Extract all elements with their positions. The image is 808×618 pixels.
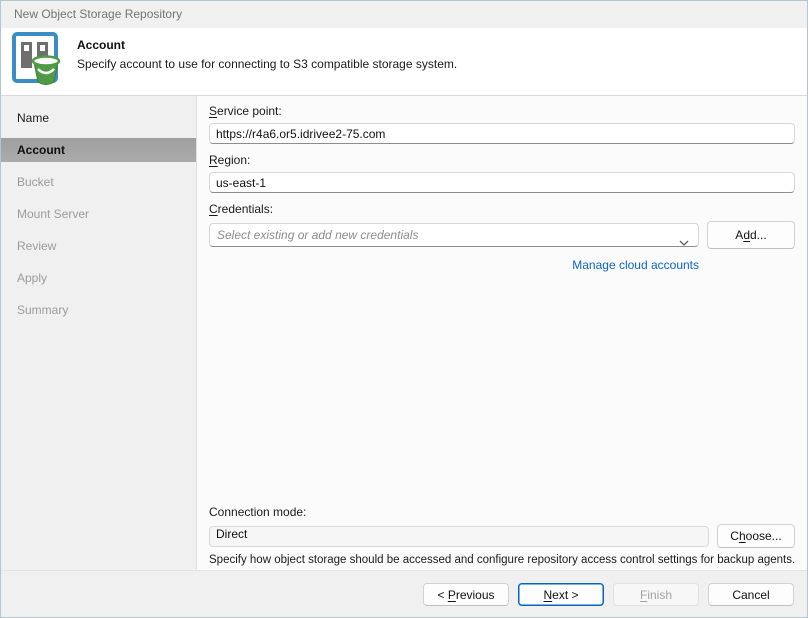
account-step-panel: Service point: Region: Credentials: Add.… [197, 96, 807, 570]
service-point-input[interactable] [209, 123, 795, 144]
credentials-input[interactable] [210, 224, 698, 246]
window-title: New Object Storage Repository [1, 1, 807, 28]
region-input[interactable] [209, 172, 795, 193]
credentials-combobox[interactable] [209, 223, 699, 247]
sidebar-item-name[interactable]: Name [1, 106, 196, 130]
connection-mode-section: Connection mode: Direct Choose... Specif… [209, 505, 795, 566]
sidebar-item-account[interactable]: Account [1, 138, 196, 162]
wizard-window: New Object Storage Repository Account Sp… [0, 0, 808, 618]
next-button[interactable]: Next > [518, 583, 604, 606]
wizard-steps-sidebar: Name Account Bucket Mount Server Review … [1, 96, 197, 570]
wizard-header: Account Specify account to use for conne… [1, 28, 807, 96]
sidebar-item-summary: Summary [1, 298, 196, 322]
sidebar-item-apply: Apply [1, 266, 196, 290]
sidebar-item-review: Review [1, 234, 196, 258]
previous-button[interactable]: < Previous [423, 583, 509, 606]
service-point-label: Service point: [209, 104, 795, 118]
connection-mode-value: Direct [209, 526, 709, 547]
credentials-label: Credentials: [209, 202, 795, 216]
connection-mode-hint: Specify how object storage should be acc… [209, 554, 795, 566]
object-storage-repository-icon [11, 31, 67, 89]
sidebar-item-mount-server: Mount Server [1, 202, 196, 226]
cancel-button[interactable]: Cancel [708, 583, 794, 606]
connection-mode-label: Connection mode: [209, 505, 795, 519]
finish-button: Finish [613, 583, 699, 606]
manage-cloud-accounts-link[interactable]: Manage cloud accounts [572, 258, 699, 272]
chevron-down-icon [679, 233, 689, 251]
sidebar-item-bucket: Bucket [1, 170, 196, 194]
page-title: Account [77, 38, 457, 52]
region-label: Region: [209, 153, 795, 167]
page-description: Specify account to use for connecting to… [77, 57, 457, 71]
choose-connection-mode-button[interactable]: Choose... [717, 524, 795, 548]
add-credentials-button[interactable]: Add... [707, 221, 795, 249]
wizard-footer: < Previous Next > Finish Cancel [1, 570, 807, 618]
